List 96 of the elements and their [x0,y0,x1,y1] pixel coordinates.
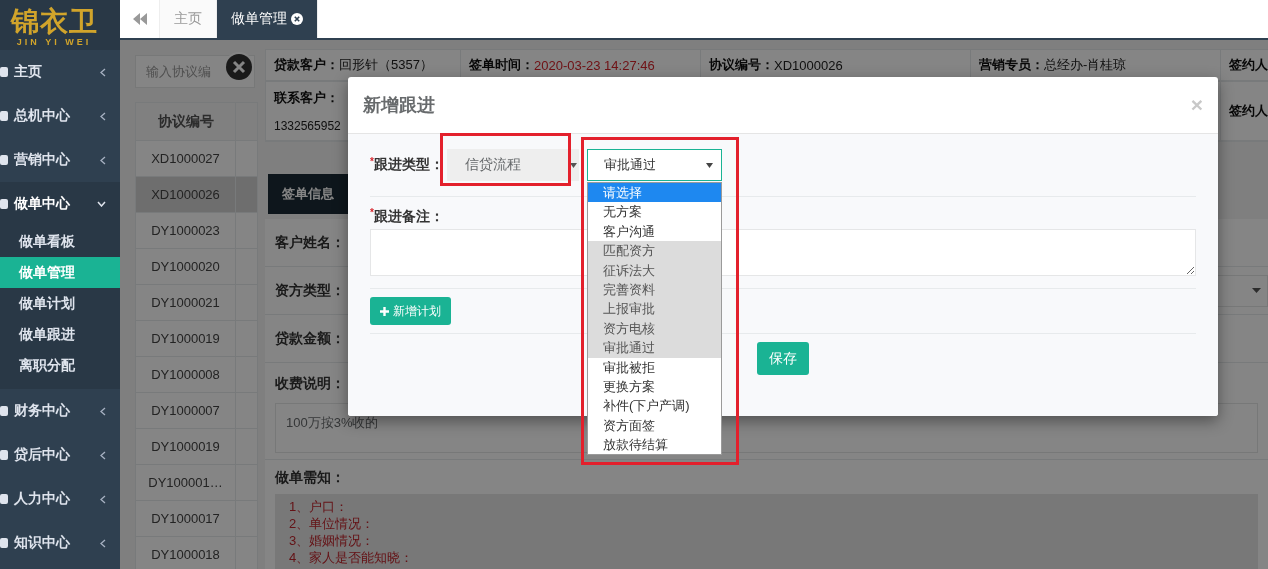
field-label: *跟进类型： [370,156,444,174]
chevron-left-icon[interactable] [100,406,106,416]
tab[interactable]: 做单管理 [217,0,318,38]
field-value: 2020-03-23 14:27:46 [534,57,655,73]
nav-item[interactable]: 主页 [0,50,120,94]
table-cell: DY1000021 [135,284,236,321]
nav-subitem[interactable]: 做单计划 [0,288,120,319]
notice-line: 1、户口： [289,498,350,515]
table-cell: DY1000019 [135,428,236,465]
field-value: 1332565952 [274,119,341,133]
field-label: 贷款客户： [274,56,339,74]
table-cell: DY1000019 [135,320,236,357]
nav-item[interactable]: 总机中心 [0,94,120,138]
field-label: 资方类型： [275,281,345,300]
dropdown-option[interactable]: 无方案 [587,202,721,222]
section-tab[interactable]: 签单信息 [268,174,348,214]
modal-title: 新增跟进 [363,94,435,117]
table-cell: DY1000008 [135,356,236,393]
dropdown-option[interactable]: 更换方案 [587,376,721,397]
nav-item[interactable]: 知识中心 [0,521,120,565]
nav-item[interactable]: 财务中心 [0,389,120,433]
table-row[interactable]: DY1000008 [135,356,258,393]
field-value: 总经办-肖桂琼 [1044,56,1127,74]
column-header: 协议编号 [135,102,236,141]
logo-subtitle: JIN YI WEI [16,37,92,47]
nav-subitem[interactable]: 离职分配 [0,350,120,381]
field-label: 营销专员： [979,56,1044,74]
chevron-left-icon[interactable] [100,494,106,504]
nav-item[interactable]: 营销中心 [0,138,120,182]
dropdown-option[interactable]: 放款待结算 [587,435,721,455]
field-label: *跟进备注： [370,208,444,224]
table-cell: DY1000017 [135,500,236,537]
bullet-icon [0,450,8,460]
notice-line: 2、单位情况： [289,515,376,532]
chevron-left-icon[interactable] [100,155,106,165]
bullet-icon [0,494,8,504]
table-row[interactable]: DY1000020 [135,248,258,285]
chevron-left-icon[interactable] [100,67,106,77]
table-row[interactable]: DY1000021 [135,284,258,321]
chevron-left-icon[interactable] [100,538,106,548]
field-label: 做单需知： [275,468,345,487]
caret-down-icon [705,162,713,168]
close-icon[interactable] [291,13,303,25]
field-label: 签约人 [1229,56,1268,74]
table-cell: DY100001… [135,464,236,501]
dropdown-option[interactable]: 请选择 [587,183,721,203]
caret-down-icon [1252,288,1261,293]
dropdown-option[interactable]: 审批被拒 [587,357,721,377]
bullet-icon [0,538,8,548]
table-cell: DY1000018 [135,536,236,569]
notice-line: 3、婚姻情况： [289,532,376,549]
chevron-left-icon[interactable] [100,111,106,121]
table-row[interactable]: DY1000019 [135,428,258,465]
field-label: 签约人 [1229,102,1268,120]
bullet-icon [0,199,8,209]
nav-item[interactable]: 做单中心 [0,182,120,226]
table-row[interactable]: DY1000019 [135,320,258,357]
dropdown-option[interactable]: 客户沟通 [587,221,721,242]
field-label: 客户姓名： [275,233,345,252]
logo-title: 锦衣卫 [10,7,98,37]
table-cell: XD1000027 [135,140,236,177]
bullet-icon [0,155,8,165]
bullet-icon [0,406,8,416]
table-cell: DY1000007 [135,392,236,429]
nav-item[interactable]: 贷后中心 [0,433,120,477]
dropdown-option[interactable]: 资方面签 [587,415,721,436]
notice-line: 4、家人是否能知晓： [289,549,415,566]
table-row[interactable]: DY1000018 [135,536,258,569]
nav-subitem[interactable]: 做单跟进 [0,319,120,350]
bullet-icon [0,111,8,121]
table-cell: XD1000026 [135,176,236,213]
table-row[interactable]: XD1000027 [135,140,258,177]
field-label: 贷款金额： [275,329,345,348]
nav-item[interactable]: 人力中心 [0,477,120,521]
caret-down-icon [569,162,577,168]
field-label: 联系客户： [274,89,339,107]
field-value: 回形针（5357） [339,56,433,74]
stage-select[interactable]: 审批通过 [586,149,722,181]
plus-icon [380,306,389,316]
table-row[interactable]: DY100001… [135,464,258,501]
table-row[interactable]: DY1000017 [135,500,258,537]
double-arrow-left-icon [132,13,147,25]
field-label: 收费说明： [275,374,345,393]
chevron-down-icon[interactable] [97,201,106,207]
table-cell: DY1000020 [135,248,236,285]
nav-subitem[interactable]: 做单看板 [0,226,120,257]
table-row[interactable]: XD1000026 [135,176,258,213]
bullet-icon [0,67,8,77]
table-row[interactable]: DY1000007 [135,392,258,429]
close-icon[interactable] [223,51,255,83]
table-cell: DY1000023 [135,212,236,249]
field-label: 协议编号： [709,56,774,74]
field-value: XD1000026 [774,57,843,73]
table-row[interactable]: DY1000023 [135,212,258,249]
chevron-left-icon[interactable] [100,450,106,460]
field-label: 签单时间： [469,56,534,74]
